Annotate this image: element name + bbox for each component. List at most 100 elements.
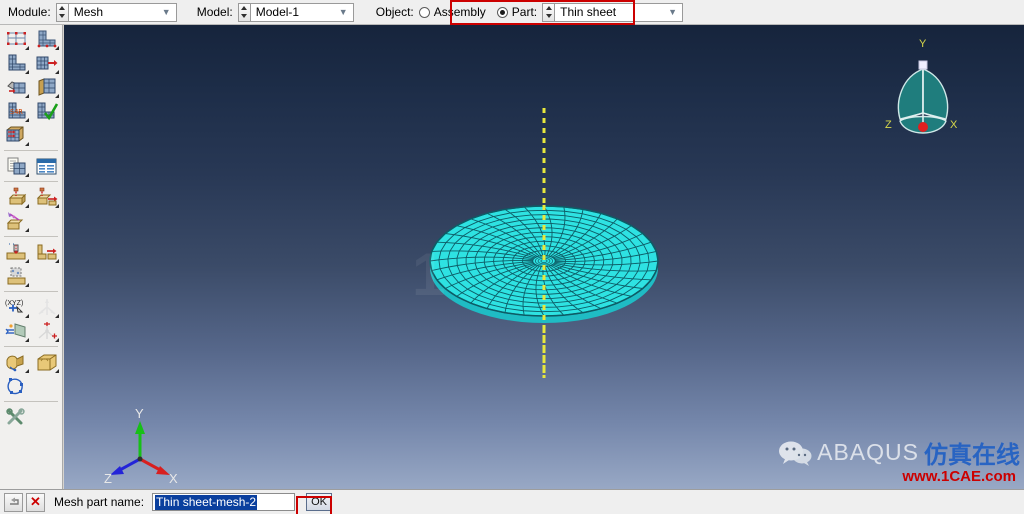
toolbar-row [0, 51, 62, 75]
module-combobox[interactable]: Mesh ▼ [68, 2, 177, 22]
virtual-topology-icon[interactable] [33, 240, 60, 264]
partition-face-icon[interactable] [33, 185, 60, 209]
assign-stack-direction-icon[interactable]: S4R [3, 99, 30, 123]
nav-cube-z-label: Z [885, 119, 892, 131]
create-datum-plane-icon[interactable] [3, 319, 30, 343]
flyout-indicator-icon[interactable] [25, 283, 29, 287]
model-combobox-value: Model-1 [255, 5, 300, 19]
nav-cube-top-handle[interactable] [918, 60, 928, 70]
create-shell-extrude-icon[interactable] [3, 350, 30, 374]
cancel-x-icon[interactable]: ✕ [26, 492, 45, 512]
nav-cube-petal-left[interactable] [897, 67, 924, 120]
verify-mesh-icon[interactable] [33, 99, 60, 123]
toolbar-separator [4, 181, 58, 182]
coordinate-triad: Y X Z [104, 406, 178, 486]
assembly-radio-group[interactable]: Assembly [418, 5, 486, 19]
assembly-radio-label: Assembly [433, 5, 486, 19]
triad-y-label: Y [135, 406, 144, 421]
chevron-down-icon[interactable]: ▼ [665, 4, 680, 21]
flyout-indicator-icon[interactable] [55, 314, 59, 318]
toolbar-row [0, 405, 62, 429]
geometry-repair-icon[interactable] [3, 405, 30, 429]
flyout-indicator-icon[interactable] [25, 142, 29, 146]
seed-edges-icon[interactable] [33, 27, 60, 51]
flyout-indicator-icon[interactable] [25, 70, 29, 74]
part-spinner-down-icon[interactable] [545, 14, 552, 19]
assembly-radio[interactable] [418, 6, 430, 18]
nav-cube-x-label: X [950, 119, 958, 131]
view-orientation-widget[interactable]: Y Z X [885, 38, 958, 134]
merge-nodes-icon[interactable] [3, 264, 30, 288]
create-datum-point-icon[interactable]: (XYZ) [3, 295, 30, 319]
module-spinner[interactable] [55, 2, 69, 22]
flyout-indicator-icon[interactable] [55, 204, 59, 208]
module-spinner-down-icon[interactable] [59, 14, 66, 19]
toolbar-separator [4, 291, 58, 292]
toolbar-row [0, 240, 62, 264]
triad-origin [137, 456, 143, 462]
mesh-part-name-value: Thin sheet-mesh-2 [155, 494, 258, 510]
part-radio[interactable] [496, 6, 508, 18]
part-spinner[interactable] [542, 2, 556, 22]
flyout-indicator-icon[interactable] [55, 94, 59, 98]
seed-part-icon[interactable] [3, 27, 30, 51]
flyout-indicator-icon[interactable] [25, 338, 29, 342]
flyout-indicator-icon[interactable] [55, 369, 59, 373]
create-wire-icon[interactable] [3, 374, 30, 398]
flyout-indicator-icon[interactable] [55, 259, 59, 263]
flyout-indicator-icon[interactable] [25, 173, 29, 177]
nav-cube-petal-right[interactable] [922, 67, 949, 120]
report-table-icon[interactable] [33, 154, 60, 178]
model-label: Model: [196, 5, 233, 19]
flyout-indicator-icon[interactable] [55, 70, 59, 74]
module-combobox-value: Mesh [73, 5, 104, 19]
flyout-indicator-icon[interactable] [25, 118, 29, 122]
chevron-down-icon[interactable]: ▼ [336, 4, 351, 21]
model-spinner-up-icon[interactable] [241, 5, 248, 10]
flyout-indicator-icon[interactable] [55, 338, 59, 342]
model-spinner-down-icon[interactable] [241, 14, 248, 19]
query-information-icon[interactable] [3, 154, 30, 178]
toolbar-row [0, 154, 62, 178]
create-solid-extrude-icon[interactable] [33, 350, 60, 374]
module-spinner-up-icon[interactable] [59, 5, 66, 10]
prompt-label: Mesh part name: [54, 495, 145, 509]
flyout-indicator-icon[interactable] [25, 204, 29, 208]
part-combobox[interactable]: Thin sheet ▼ [555, 2, 684, 22]
ok-button[interactable]: OK [306, 493, 333, 511]
create-datum-csys-icon[interactable] [33, 319, 60, 343]
create-mesh-part-icon[interactable] [3, 123, 30, 147]
assign-mesh-controls-icon[interactable] [3, 51, 30, 75]
object-label: Object: [375, 5, 414, 19]
viewport-3d[interactable]: Y Z X Y X Z 1 ABAQUS 仿真在线 www.1CAE.com [64, 25, 1024, 489]
part-spinner-up-icon[interactable] [545, 5, 552, 10]
flyout-indicator-icon[interactable] [25, 259, 29, 263]
flyout-indicator-icon[interactable] [25, 46, 29, 50]
assign-element-type-icon[interactable] [33, 51, 60, 75]
chevron-down-icon[interactable]: ▼ [159, 4, 174, 21]
triad-x-label: X [169, 471, 178, 486]
mesh-part-icon[interactable] [3, 75, 30, 99]
partition-edge-icon[interactable] [3, 209, 30, 233]
toolbar-row [0, 27, 62, 51]
edit-mesh-icon[interactable] [3, 240, 30, 264]
create-datum-axis-icon[interactable] [33, 295, 60, 319]
toolbar-row [0, 123, 62, 147]
model-spinner[interactable] [237, 2, 251, 22]
model-combobox[interactable]: Model-1 ▼ [250, 2, 354, 22]
flyout-indicator-icon[interactable] [25, 228, 29, 232]
back-arrow-icon[interactable] [4, 492, 23, 512]
flyout-indicator-icon[interactable] [25, 369, 29, 373]
nav-cube-origin-marker[interactable] [918, 122, 928, 132]
partition-cell-icon[interactable] [3, 185, 30, 209]
flyout-indicator-icon[interactable] [25, 94, 29, 98]
flyout-indicator-icon[interactable] [55, 46, 59, 50]
viewport-canvas[interactable]: Y Z X Y X Z [64, 25, 1024, 489]
mesh-part-name-input[interactable]: Thin sheet-mesh-2 [152, 493, 296, 511]
triad-y-arrow [135, 421, 145, 434]
toolbar-separator [4, 150, 58, 151]
toolbar-row [0, 185, 62, 209]
part-radio-group[interactable]: Part: [486, 5, 537, 19]
mesh-region-icon[interactable] [33, 75, 60, 99]
flyout-indicator-icon[interactable] [25, 314, 29, 318]
